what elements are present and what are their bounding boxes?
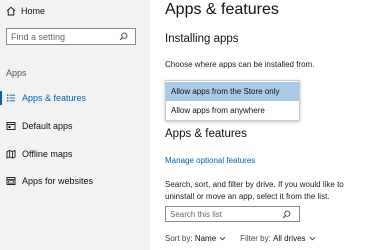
install-source-dropdown[interactable]: Allow apps from the Store only Allow app…	[165, 80, 300, 121]
map-icon	[6, 149, 16, 159]
page-title: Apps & features	[165, 1, 279, 18]
sidebar-item-label: Apps & features	[22, 93, 87, 103]
installing-apps-description: Choose where apps can be installed from.	[165, 60, 315, 69]
filter-by-dropdown[interactable]: Filter by: All drives	[240, 234, 315, 243]
dropdown-option-store-only[interactable]: Allow apps from the Store only	[166, 82, 299, 101]
setting-search-box[interactable]	[6, 28, 136, 45]
sidebar-item-label: Default apps	[22, 121, 73, 131]
sort-by-value: Name	[194, 234, 217, 243]
list-search-box[interactable]	[165, 206, 300, 222]
apps-list-description: Search, sort, and filter by drive. If yo…	[165, 180, 344, 201]
filter-by-label: Filter by:	[240, 234, 271, 243]
sort-by-dropdown[interactable]: Sort by: Name	[165, 234, 226, 243]
search-icon[interactable]	[119, 32, 128, 41]
active-indicator	[0, 91, 2, 105]
sidebar: Home Apps	[0, 0, 150, 250]
chevron-down-icon	[309, 235, 316, 242]
filter-by-value: All drives	[273, 234, 306, 243]
installing-apps-heading: Installing apps	[165, 33, 239, 45]
apps-section-label: Apps	[6, 68, 27, 78]
home-label: Home	[21, 6, 46, 16]
sidebar-item-offline-maps[interactable]: Offline maps	[0, 145, 150, 163]
default-apps-icon	[6, 121, 16, 131]
sidebar-item-default-apps[interactable]: Default apps	[0, 117, 150, 135]
sidebar-item-label: Apps for websites	[22, 176, 94, 186]
home-nav-item[interactable]: Home	[6, 4, 45, 18]
sort-filter-row: Sort by: Name Filter by: All drives	[165, 234, 316, 243]
sort-by-label: Sort by:	[165, 234, 193, 243]
search-icon[interactable]	[282, 210, 291, 219]
apps-list-icon	[6, 93, 16, 103]
manage-optional-features-link[interactable]: Manage optional features	[165, 156, 255, 165]
settings-window: Home Apps	[0, 0, 380, 250]
sidebar-item-apps-for-websites[interactable]: Apps for websites	[0, 172, 150, 190]
apps-features-heading: Apps & features	[165, 128, 247, 140]
setting-search-input[interactable]	[11, 31, 119, 42]
web-apps-icon	[6, 176, 16, 186]
home-icon	[6, 6, 16, 16]
sidebar-item-apps-features[interactable]: Apps & features	[0, 89, 150, 107]
sidebar-item-label: Offline maps	[22, 149, 73, 159]
dropdown-option-anywhere[interactable]: Allow apps from anywhere	[166, 101, 299, 120]
chevron-down-icon	[219, 235, 226, 242]
main-panel: Apps & features Installing apps Choose w…	[165, 0, 375, 250]
list-search-input[interactable]	[170, 209, 282, 219]
